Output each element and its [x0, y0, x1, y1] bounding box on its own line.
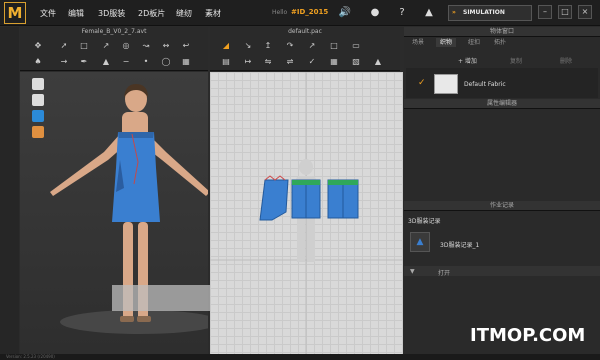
user-icon[interactable]: ● [368, 6, 382, 20]
delete-fabric-button[interactable]: 删除 [560, 56, 572, 65]
check-icon: ✓ [418, 78, 426, 88]
menu-3d-garment[interactable]: 3D服装 [98, 8, 125, 19]
grid-icon[interactable]: ▧ [350, 56, 362, 68]
arrange-icon[interactable]: → [58, 56, 70, 68]
seam-icon[interactable]: ↦ [242, 56, 254, 68]
blurred-overlay [112, 285, 218, 311]
menu-materials[interactable]: 素材 [205, 8, 221, 19]
iron-icon[interactable]: ▲ [100, 56, 112, 68]
left-sidebar [0, 27, 19, 354]
tab-button[interactable]: 纽扣 [464, 38, 484, 47]
avatar-file-title: Female_B_V0_2_7.avt [20, 27, 208, 37]
history-header: 作业记录 [404, 201, 600, 211]
check-sew-icon[interactable]: ✓ [306, 56, 318, 68]
open-row[interactable] [404, 266, 600, 276]
help-icon[interactable]: ? [395, 6, 409, 20]
edit-pattern-icon[interactable]: ◢ [220, 40, 232, 52]
property-editor-header: 属性编辑器 [404, 99, 600, 109]
texture-icon[interactable]: ▦ [180, 56, 192, 68]
status-bar: Version: 2.5.23 (r20490) [0, 354, 600, 360]
tack-icon[interactable]: ◎ [120, 40, 132, 52]
internal-line-icon[interactable]: ▤ [220, 56, 232, 68]
user-id-label: Hello [272, 9, 288, 16]
tab-fabric[interactable]: 织物 [436, 38, 457, 47]
pattern-pieces [210, 72, 403, 354]
maximize-button[interactable]: □ [558, 5, 572, 19]
add-point-icon[interactable]: ↗ [306, 40, 318, 52]
point-icon[interactable]: • [140, 56, 152, 68]
avatar-icon[interactable]: ♠ [32, 56, 44, 68]
add-fabric-button[interactable]: + 增加 [458, 56, 477, 65]
transform-icon[interactable]: □ [78, 40, 90, 52]
record-thumbnail-icon: ▲ [410, 232, 430, 252]
toolbar-2d: ◢ ↘ ↥ ↷ ↗ □ ▭ ▤ ↦ ⇋ ⇌ ✓ ▦ ▧ ▲ [210, 37, 400, 71]
app-logo: M [4, 2, 26, 24]
free-sew-icon[interactable]: ⇌ [284, 56, 296, 68]
object-window-header: 物体窗口 [404, 27, 600, 37]
menu-file[interactable]: 文件 [40, 8, 56, 19]
pin-icon[interactable]: ↗ [100, 40, 112, 52]
tab-topology[interactable]: 拓扑 [490, 38, 510, 47]
copy-fabric-button[interactable]: 复制 [510, 56, 522, 65]
menu-2d-pattern[interactable]: 2D板片 [138, 8, 165, 19]
tab-scene[interactable]: 场景 [408, 38, 428, 47]
watermark: ITMOP.COM [470, 325, 586, 346]
stitch-icon[interactable]: ↭ [160, 40, 172, 52]
avatar-tool-icon[interactable] [32, 78, 44, 90]
menu-edit[interactable]: 编辑 [68, 8, 84, 19]
user-id: #ID_2015 [291, 8, 329, 16]
shirt-icon[interactable]: ▲ [422, 6, 436, 20]
menu-bar: M 文件 编辑 3D服装 2D板片 缝纫 素材 Hello #ID_2015 🔊… [0, 0, 600, 26]
fold-icon[interactable]: ↩ [180, 40, 192, 52]
simulation-mode-select[interactable]: » SIMULATION [448, 5, 532, 21]
minimize-button[interactable]: – [538, 5, 552, 19]
tape-icon[interactable]: ◯ [160, 56, 172, 68]
fabric-tool-icon[interactable] [32, 110, 44, 122]
line-icon[interactable]: − [120, 56, 132, 68]
chevron-icon: » [452, 9, 456, 16]
brush-icon[interactable]: ✒ [78, 56, 90, 68]
menu-sewing[interactable]: 缝纫 [176, 8, 192, 19]
measure-icon[interactable]: ↝ [140, 40, 152, 52]
dress-tool-icon[interactable] [32, 94, 44, 106]
move-icon[interactable]: ✥ [32, 40, 44, 52]
curve-point-icon[interactable]: ↥ [262, 40, 274, 52]
3d-viewport[interactable] [20, 72, 220, 354]
close-button[interactable]: × [578, 5, 592, 19]
avatar-figure [50, 84, 220, 334]
pleat-icon[interactable]: ▦ [328, 56, 340, 68]
fabric-name: Default Fabric [464, 81, 506, 88]
open-label: 打开 [438, 270, 451, 277]
pattern-file-title: default.pac [210, 27, 400, 37]
rectangle-icon[interactable]: ▭ [350, 40, 362, 52]
toolbar-3d: ✥ ➚ □ ↗ ◎ ↝ ↭ ↩ ♠ → ✒ ▲ − • ◯ ▦ [20, 37, 208, 71]
edit-curvature-icon[interactable]: ↷ [284, 40, 296, 52]
person-tool-icon[interactable] [32, 126, 44, 138]
segment-sew-icon[interactable]: ⇋ [262, 56, 274, 68]
volume-icon[interactable]: 🔊 [338, 6, 352, 20]
open-icon: ▼ [410, 268, 415, 275]
polygon-icon[interactable]: □ [328, 40, 340, 52]
record-item[interactable]: 3D服装记录_1 [440, 240, 479, 249]
edit-point-icon[interactable]: ↘ [242, 40, 254, 52]
select-icon[interactable]: ➚ [58, 40, 70, 52]
record-header: 3D服装记录 [408, 218, 441, 225]
fabric-swatch [434, 74, 458, 94]
2d-pattern-viewport[interactable] [210, 72, 403, 354]
layer-icon[interactable]: ▲ [372, 56, 384, 68]
